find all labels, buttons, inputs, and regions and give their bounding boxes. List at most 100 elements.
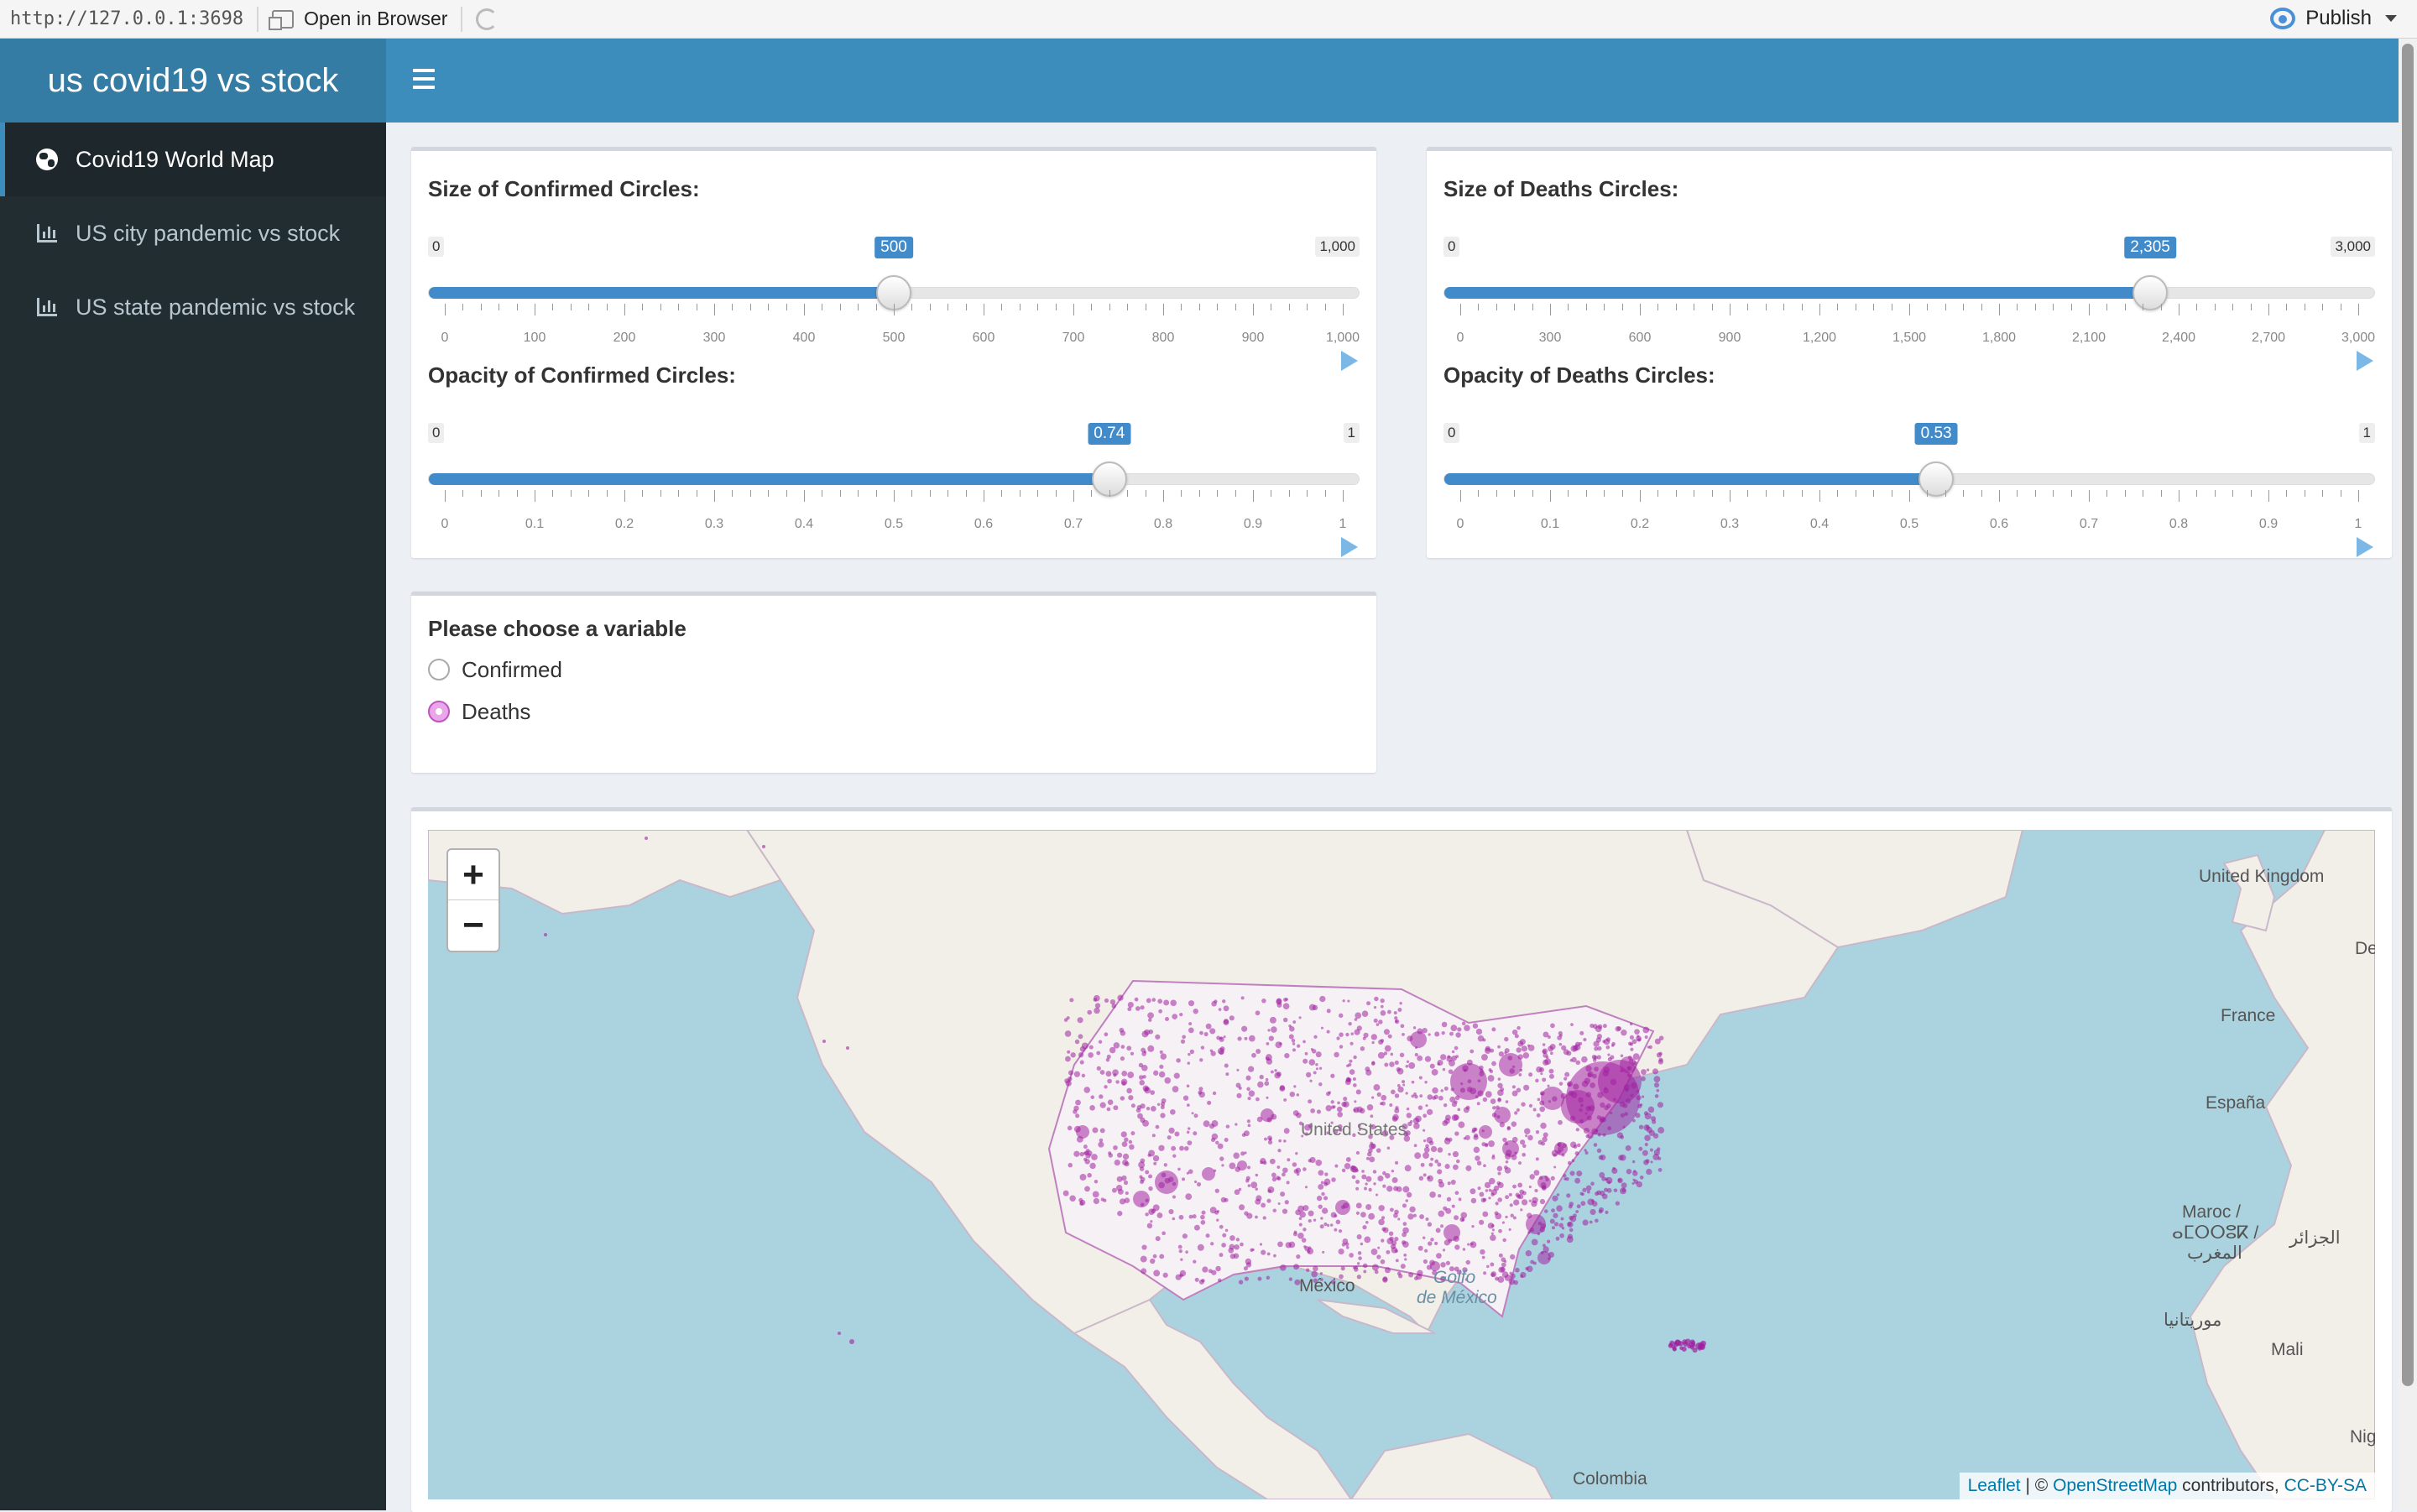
covid-circle: [1533, 1170, 1540, 1176]
sidebar-item-city-pandemic[interactable]: US city pandemic vs stock: [0, 196, 386, 270]
slider-tick: [2017, 304, 2018, 310]
play-icon[interactable]: [1341, 537, 1358, 557]
slider-tick: [1532, 490, 1533, 497]
slider-track[interactable]: [1443, 287, 2375, 299]
covid-circle: [1079, 1173, 1087, 1181]
covid-circle: [1613, 1188, 1618, 1192]
confirmed-size-slider[interactable]: Size of Confirmed Circles: 0 1,000 500 0 100 2…: [428, 176, 1360, 371]
covid-circle: [1354, 1029, 1360, 1035]
covid-circle: [1170, 1108, 1176, 1115]
covid-circle: [1211, 1001, 1217, 1007]
covid-circle: [1490, 1262, 1495, 1267]
covid-circle: [1323, 1178, 1331, 1186]
slider-tick: [2053, 490, 2054, 497]
covid-circle: [1642, 1095, 1645, 1098]
slider-tick: [1568, 490, 1569, 497]
slider-tick: [516, 490, 518, 497]
open-in-browser-label: Open in Browser: [304, 8, 448, 29]
covid-circle: [1427, 1175, 1433, 1182]
play-icon[interactable]: [2357, 537, 2373, 557]
zoom-out-button[interactable]: −: [448, 900, 499, 951]
radio-button[interactable]: [428, 701, 450, 722]
slider-tick: [1783, 304, 1785, 310]
covid-circle: [1653, 1076, 1661, 1083]
slider-tick: [2268, 490, 2269, 502]
slider-tick-label: 0.6: [974, 517, 994, 531]
leaflet-link[interactable]: Leaflet: [1968, 1476, 2021, 1495]
covid-circle: [1373, 1005, 1377, 1009]
covid-circle: [1553, 1212, 1558, 1218]
covid-circle: [1461, 1021, 1466, 1026]
scroll-thumb[interactable]: [2402, 44, 2414, 1386]
covid-circle: [1336, 1036, 1340, 1040]
chevron-down-icon: [2385, 15, 2397, 22]
slider-tick-label: 0.4: [1809, 517, 1830, 531]
covid-circle: [1267, 1139, 1273, 1145]
slider-tick: [965, 490, 967, 497]
covid-circle: [1113, 1105, 1119, 1111]
slider-track[interactable]: [1443, 473, 2375, 485]
zoom-in-button[interactable]: +: [448, 850, 499, 900]
covid-circle: [1244, 1276, 1249, 1281]
deaths-size-slider[interactable]: Size of Deaths Circles: 0 3,000 2,305 0 300 60…: [1443, 176, 2375, 371]
covid-circle: [1630, 1047, 1634, 1051]
sidebar-item-state-pandemic[interactable]: US state pandemic vs stock: [0, 270, 386, 344]
covid-circle: [1454, 1215, 1459, 1221]
covid-circle: [1320, 1217, 1323, 1220]
slider-tick-label: 0.3: [704, 517, 724, 531]
covid-circle: [1355, 1186, 1360, 1191]
confirmed-opacity-slider[interactable]: Opacity of Confirmed Circles: 0 1 0.74 0 0.1 0…: [428, 362, 1360, 557]
covid-circle: [1309, 1079, 1313, 1082]
covid-circle: [1138, 1161, 1146, 1169]
radio-button[interactable]: [428, 659, 450, 680]
covid-circle: [1266, 1058, 1273, 1065]
deaths-opacity-slider[interactable]: Opacity of Deaths Circles: 0 1 0.53 0 0.1 0.2 0…: [1443, 362, 2375, 557]
slider-tick: [1657, 304, 1659, 310]
open-in-browser-button[interactable]: Open in Browser: [269, 8, 448, 30]
publish-button[interactable]: Publish: [2270, 7, 2397, 30]
covid-circle: [1197, 1181, 1202, 1187]
covid-circle: [1477, 1035, 1485, 1042]
covid-circle: [1455, 1055, 1459, 1059]
covid-circle: [1370, 1034, 1377, 1040]
slider-tick-label: 0.3: [1720, 517, 1740, 531]
covid-circle: [1109, 998, 1116, 1005]
bar-chart-icon: [37, 224, 57, 242]
covid-circle: [1444, 1137, 1449, 1141]
covid-circle: [1419, 1214, 1424, 1219]
covid-circle: [1423, 1147, 1430, 1153]
covid-circle: [1607, 1053, 1610, 1056]
covid-circle: [1399, 1002, 1402, 1005]
slider-tick: [1235, 490, 1236, 497]
covid-circle: [1374, 1270, 1379, 1275]
covid-circle: [1282, 1167, 1288, 1174]
slider-track[interactable]: [428, 473, 1360, 485]
slider-tick: [1747, 304, 1749, 310]
slider-tick: [714, 304, 715, 315]
covid-circle: [1599, 1207, 1605, 1212]
covid-circle: [1083, 1087, 1090, 1093]
radio-deaths[interactable]: Deaths: [428, 691, 1360, 733]
slider-tick: [732, 490, 733, 497]
covid-circle: [1451, 1050, 1455, 1054]
sidebar-item-world-map[interactable]: Covid19 World Map: [0, 123, 386, 196]
covid-circle: [1223, 1035, 1226, 1039]
radio-confirmed[interactable]: Confirmed: [428, 649, 1360, 691]
leaflet-map[interactable]: + − United Kingdom De France España Maro…: [428, 830, 2375, 1499]
covid-circle: [1413, 1123, 1420, 1129]
covid-circle: [1476, 1160, 1482, 1165]
covid-circle: [1561, 1045, 1567, 1051]
covid-circle: [1615, 1201, 1621, 1206]
sidebar-toggle-icon[interactable]: [413, 69, 435, 89]
covid-circle: [1528, 1103, 1533, 1108]
covid-circle: [1605, 1045, 1610, 1050]
covid-circle: [1326, 1223, 1330, 1228]
covid-circle: [1423, 1129, 1426, 1132]
refresh-icon[interactable]: [476, 8, 499, 30]
covid-circle: [1525, 1134, 1528, 1138]
osm-link[interactable]: OpenStreetMap: [2053, 1476, 2177, 1495]
page-scrollbar[interactable]: [2399, 39, 2417, 1510]
covid-circle: [1377, 1051, 1385, 1059]
license-link[interactable]: CC-BY-SA: [2284, 1476, 2367, 1495]
covid-circle: [1596, 1148, 1602, 1154]
